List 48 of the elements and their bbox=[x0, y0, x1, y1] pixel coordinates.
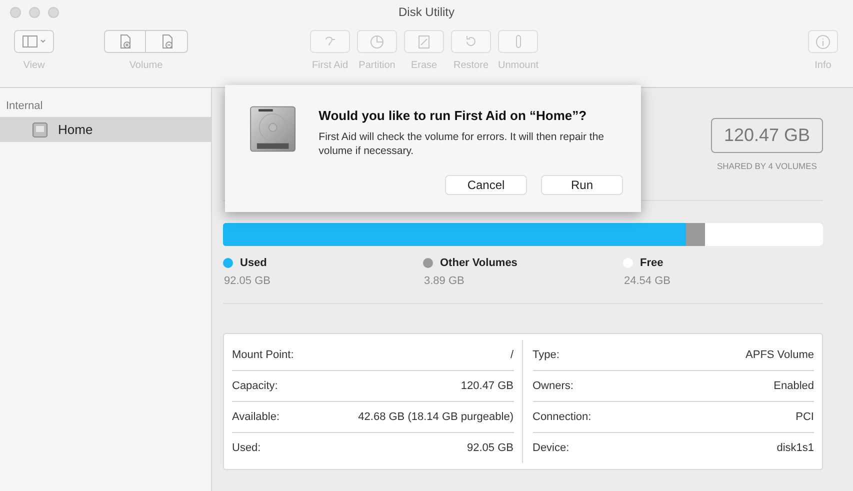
pie-icon bbox=[368, 32, 386, 50]
dialog-message: First Aid will check the volume for errors. It will then repair the volume if necessary. bbox=[318, 130, 606, 158]
detail-label: Available: bbox=[232, 411, 280, 423]
detail-label: Type: bbox=[532, 349, 560, 361]
toolbar-label: Restore bbox=[453, 60, 488, 71]
detail-label: Mount Point: bbox=[232, 349, 294, 361]
detail-value: disk1s1 bbox=[776, 442, 814, 454]
toolbar-label: View bbox=[23, 60, 45, 71]
toolbar-label: Info bbox=[814, 60, 832, 71]
add-volume-button[interactable] bbox=[104, 30, 146, 53]
detail-value: / bbox=[510, 349, 514, 361]
info-icon bbox=[814, 32, 832, 50]
detail-value: Enabled bbox=[774, 380, 814, 392]
legend-label: Free bbox=[640, 257, 664, 269]
close-button[interactable] bbox=[10, 6, 21, 18]
sidebar-icon bbox=[21, 32, 47, 50]
detail-value: 42.68 GB (18.14 GB purgeable) bbox=[358, 411, 514, 423]
detail-label: Owners: bbox=[532, 380, 574, 392]
legend-value: 3.89 GB bbox=[423, 275, 466, 287]
detail-label: Connection: bbox=[532, 411, 592, 423]
run-button[interactable]: Run bbox=[541, 175, 623, 196]
detail-label: Device: bbox=[532, 442, 570, 454]
capacity-value: 120.47 GB bbox=[710, 118, 823, 153]
detail-value: 120.47 GB bbox=[460, 380, 514, 392]
legend-label: Other Volumes bbox=[440, 257, 518, 269]
detail-label: Used: bbox=[232, 442, 261, 454]
sidebar-item[interactable]: Home bbox=[0, 117, 211, 142]
detail-label: Capacity: bbox=[232, 380, 278, 392]
sidebar-section-title: Internal bbox=[5, 100, 44, 112]
legend-label: Used bbox=[240, 257, 267, 269]
legend-value: 24.54 GB bbox=[623, 275, 672, 287]
toolbar-label: First Aid bbox=[312, 60, 348, 71]
remove-volume-button[interactable] bbox=[146, 30, 188, 53]
legend-value: 92.05 GB bbox=[223, 275, 272, 287]
detail-value: 92.05 GB bbox=[467, 442, 514, 454]
toolbar-label: Partition bbox=[358, 60, 396, 71]
toolbar-label: Volume bbox=[129, 60, 163, 71]
capacity-caption: SHARED BY 4 VOLUMES bbox=[716, 161, 817, 171]
dialog-title: Would you like to run First Aid on “Home”? bbox=[318, 108, 588, 123]
toolbar-label: Erase bbox=[410, 60, 438, 71]
minimize-button[interactable] bbox=[29, 6, 40, 18]
detail-value: PCI bbox=[796, 411, 814, 423]
toolbar-label: Unmount bbox=[498, 60, 539, 71]
detail-value: APFS Volume bbox=[746, 349, 814, 361]
window-title: Disk Utility bbox=[398, 5, 454, 19]
zoom-button[interactable] bbox=[48, 6, 59, 18]
view-button[interactable] bbox=[14, 30, 54, 53]
cancel-button[interactable]: Cancel bbox=[445, 175, 527, 196]
